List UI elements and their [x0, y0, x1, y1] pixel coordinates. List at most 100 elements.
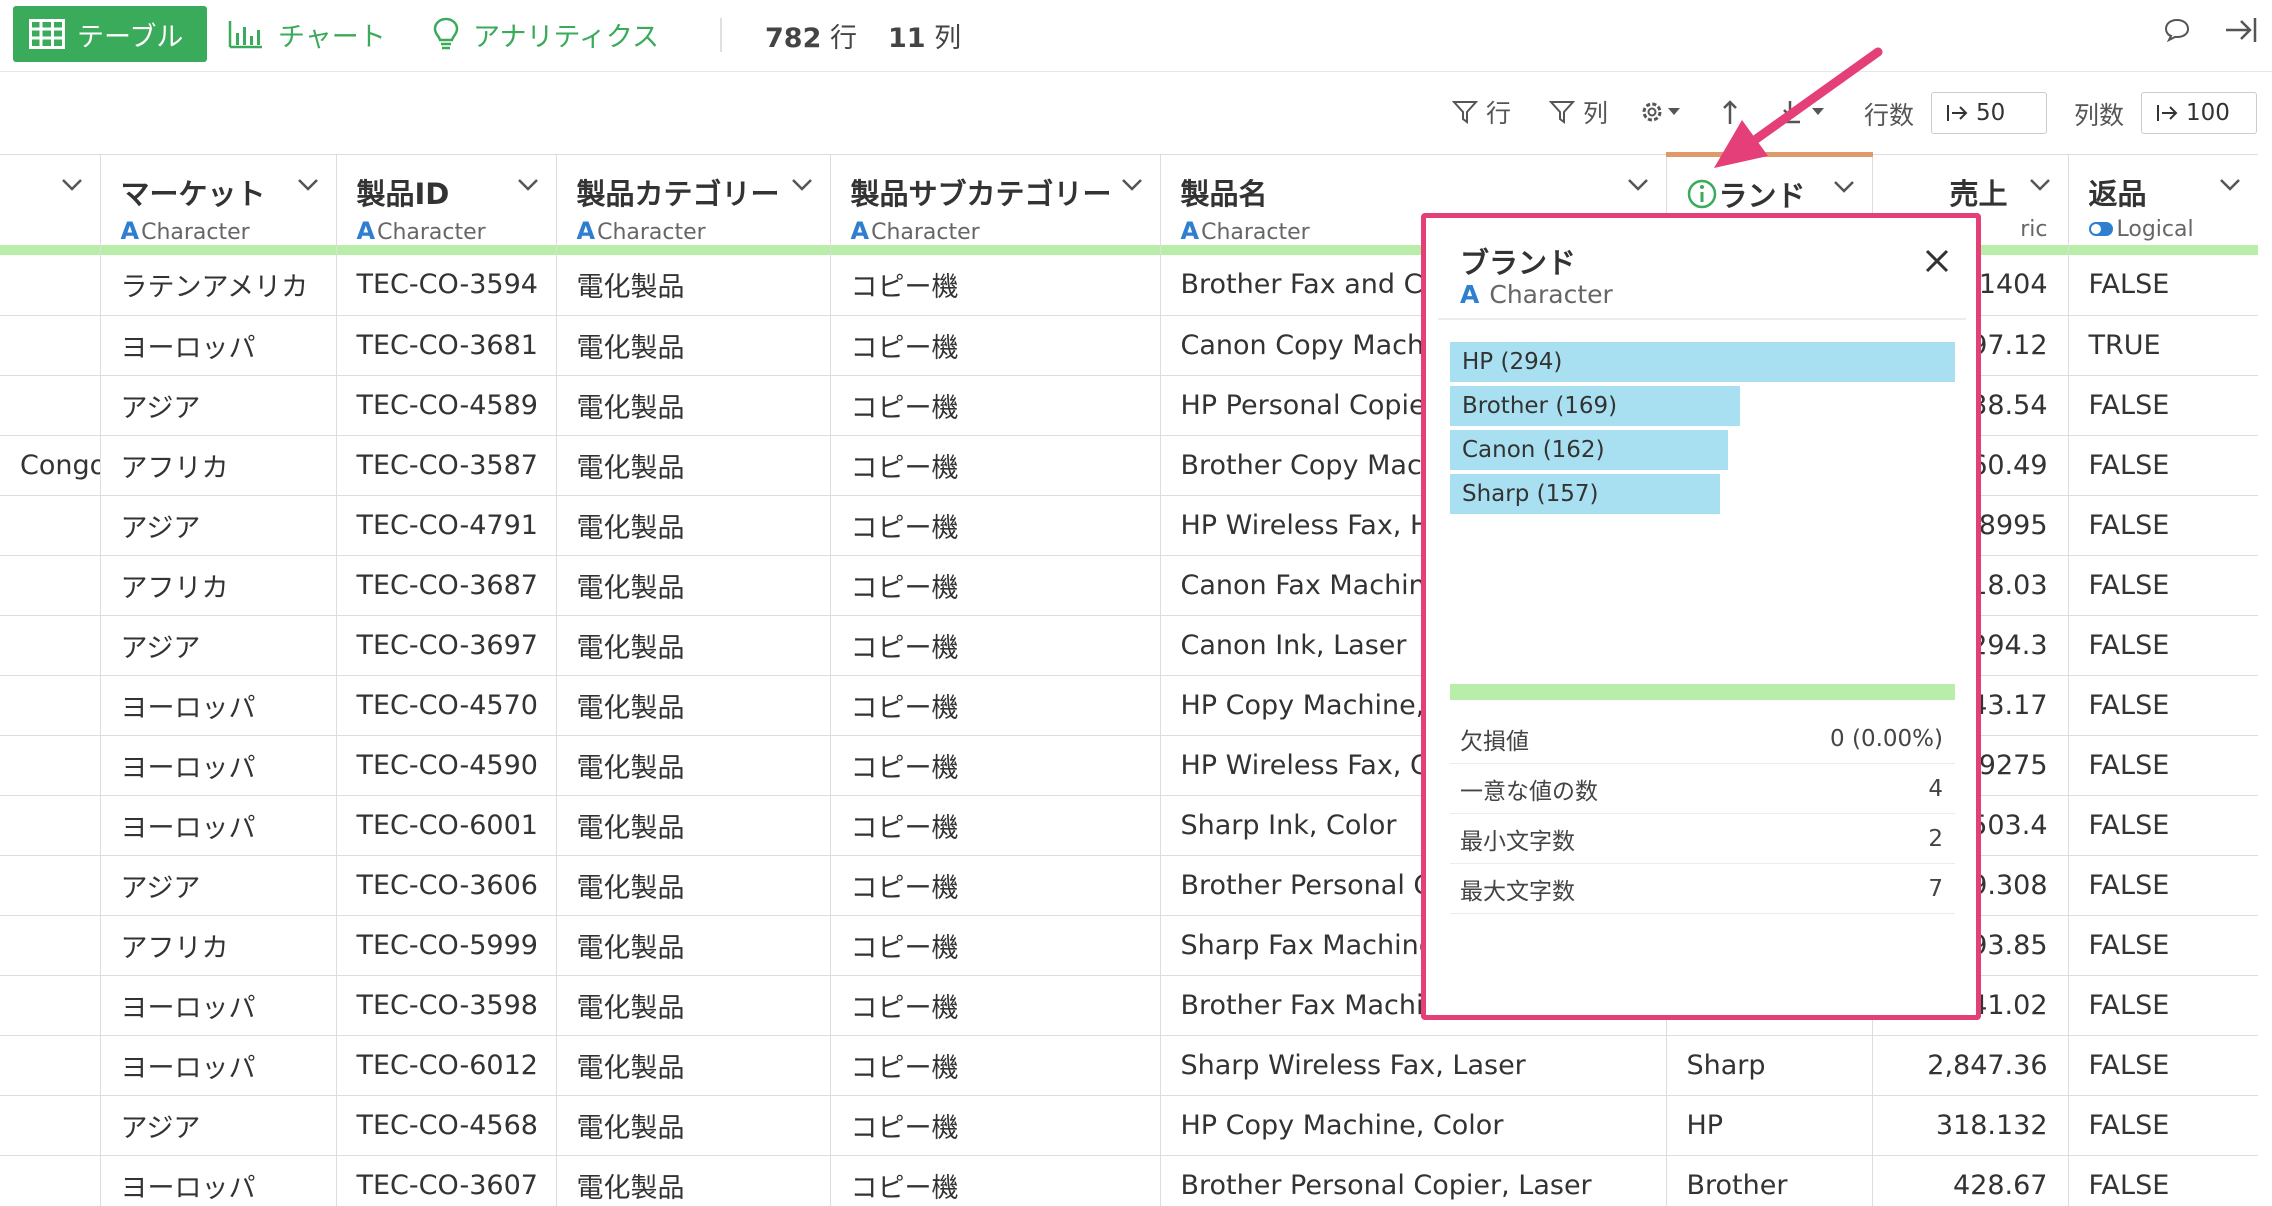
country-cell[interactable] [0, 735, 101, 796]
returned-cell[interactable]: FALSE [2068, 1155, 2258, 1206]
country-cell[interactable] [0, 1095, 101, 1156]
tab-analytics[interactable]: アナリティクス [433, 6, 659, 62]
country-cell[interactable]: Congo [0, 435, 101, 496]
product-id-cell[interactable]: TEC-CO-6012 [336, 1035, 557, 1096]
product-name-cell[interactable]: Brother Personal Copier, Laser [1160, 1155, 1667, 1206]
product-id-cell[interactable]: TEC-CO-3607 [336, 1155, 557, 1206]
subcategory-cell[interactable]: コピー機 [830, 975, 1161, 1036]
market-cell[interactable]: ラテンアメリカ [100, 255, 337, 316]
product-id-cell[interactable]: TEC-CO-5999 [336, 915, 557, 976]
returned-cell[interactable]: FALSE [2068, 735, 2258, 796]
category-cell[interactable]: 電化製品 [556, 315, 831, 376]
product-id-cell[interactable]: TEC-CO-4570 [336, 675, 557, 736]
chevron-down-icon[interactable] [296, 177, 320, 193]
sales-cell[interactable]: 318.132 [1872, 1095, 2069, 1156]
product-id-cell[interactable]: TEC-CO-3687 [336, 555, 557, 616]
returned-cell[interactable]: FALSE [2068, 795, 2258, 856]
market-cell[interactable]: ヨーロッパ [100, 795, 337, 856]
rows-per-page-input[interactable]: 50 [1931, 92, 2047, 134]
country-cell[interactable] [0, 255, 101, 316]
subcategory-cell[interactable]: コピー機 [830, 1035, 1161, 1096]
subcategory-cell[interactable]: コピー機 [830, 615, 1161, 676]
market-cell[interactable]: アジア [100, 375, 337, 436]
category-cell[interactable]: 電化製品 [556, 555, 831, 616]
category-cell[interactable]: 電化製品 [556, 975, 831, 1036]
column-header-returned[interactable]: 返品 Logical [2068, 154, 2258, 245]
subcategory-cell[interactable]: コピー機 [830, 1095, 1161, 1156]
chevron-down-icon[interactable] [1120, 177, 1144, 193]
frequency-bar[interactable]: Sharp (157) [1450, 474, 1720, 514]
product-id-cell[interactable]: TEC-CO-3587 [336, 435, 557, 496]
country-cell[interactable] [0, 555, 101, 616]
category-cell[interactable]: 電化製品 [556, 1095, 831, 1156]
collapse-panel-icon[interactable] [2224, 16, 2258, 44]
product-id-cell[interactable]: TEC-CO-3598 [336, 975, 557, 1036]
sales-cell[interactable]: 2,847.36 [1872, 1035, 2069, 1096]
returned-cell[interactable]: FALSE [2068, 255, 2258, 316]
product-id-cell[interactable]: TEC-CO-4568 [336, 1095, 557, 1156]
returned-cell[interactable]: FALSE [2068, 495, 2258, 556]
category-cell[interactable]: 電化製品 [556, 1155, 831, 1206]
category-cell[interactable]: 電化製品 [556, 855, 831, 916]
market-cell[interactable]: ヨーロッパ [100, 315, 337, 376]
table-row[interactable]: アジア TEC-CO-4568 電化製品 コピー機 HP Copy Machine, C… [0, 1095, 2258, 1156]
frequency-bar[interactable]: Canon (162) [1450, 430, 1729, 470]
category-cell[interactable]: 電化製品 [556, 495, 831, 556]
sales-cell[interactable]: 428.67 [1872, 1155, 2069, 1206]
returned-cell[interactable]: FALSE [2068, 555, 2258, 616]
product-id-cell[interactable]: TEC-CO-4590 [336, 735, 557, 796]
returned-cell[interactable]: FALSE [2068, 915, 2258, 976]
returned-cell[interactable]: TRUE [2068, 315, 2258, 376]
country-cell[interactable] [0, 615, 101, 676]
close-icon[interactable] [1924, 248, 1950, 274]
column-header-category[interactable]: 製品カテゴリー ACharacter [556, 154, 831, 245]
subcategory-cell[interactable]: コピー機 [830, 1155, 1161, 1206]
country-cell[interactable] [0, 1155, 101, 1206]
frequency-bar[interactable]: HP (294) [1450, 342, 1955, 382]
country-cell[interactable] [0, 495, 101, 556]
brand-cell[interactable]: Brother [1666, 1155, 1873, 1206]
country-cell[interactable] [0, 975, 101, 1036]
subcategory-cell[interactable]: コピー機 [830, 255, 1161, 316]
settings-button[interactable] [1640, 94, 1692, 130]
table-row[interactable]: ヨーロッパ TEC-CO-6012 電化製品 コピー機 Sharp Wireless F… [0, 1035, 2258, 1096]
market-cell[interactable]: ヨーロッパ [100, 735, 337, 796]
brand-cell[interactable]: HP [1666, 1095, 1873, 1156]
market-cell[interactable]: アフリカ [100, 915, 337, 976]
column-header-market[interactable]: マーケット ACharacter [100, 154, 337, 245]
subcategory-cell[interactable]: コピー機 [830, 435, 1161, 496]
chevron-down-icon[interactable] [516, 177, 540, 193]
country-cell[interactable] [0, 675, 101, 736]
market-cell[interactable]: アジア [100, 615, 337, 676]
market-cell[interactable]: アフリカ [100, 555, 337, 616]
product-id-cell[interactable]: TEC-CO-4791 [336, 495, 557, 556]
country-cell[interactable] [0, 795, 101, 856]
comment-icon[interactable] [2164, 18, 2190, 42]
returned-cell[interactable]: FALSE [2068, 1035, 2258, 1096]
chevron-down-icon[interactable] [2218, 177, 2242, 193]
category-cell[interactable]: 電化製品 [556, 435, 831, 496]
product-id-cell[interactable]: TEC-CO-4589 [336, 375, 557, 436]
country-cell[interactable] [0, 915, 101, 976]
product-id-cell[interactable]: TEC-CO-3606 [336, 855, 557, 916]
frequency-bar[interactable]: Brother (169) [1450, 386, 1741, 426]
market-cell[interactable]: アフリカ [100, 435, 337, 496]
category-cell[interactable]: 電化製品 [556, 255, 831, 316]
product-id-cell[interactable]: TEC-CO-6001 [336, 795, 557, 856]
category-cell[interactable]: 電化製品 [556, 735, 831, 796]
country-cell[interactable] [0, 375, 101, 436]
market-cell[interactable]: アジア [100, 1095, 337, 1156]
market-cell[interactable]: ヨーロッパ [100, 975, 337, 1036]
country-cell[interactable] [0, 855, 101, 916]
category-cell[interactable]: 電化製品 [556, 1035, 831, 1096]
returned-cell[interactable]: FALSE [2068, 615, 2258, 676]
market-cell[interactable]: アジア [100, 855, 337, 916]
country-cell[interactable] [0, 1035, 101, 1096]
subcategory-cell[interactable]: コピー機 [830, 375, 1161, 436]
market-cell[interactable]: ヨーロッパ [100, 675, 337, 736]
category-cell[interactable]: 電化製品 [556, 675, 831, 736]
subcategory-cell[interactable]: コピー機 [830, 735, 1161, 796]
chevron-down-icon[interactable] [790, 177, 814, 193]
subcategory-cell[interactable]: コピー機 [830, 495, 1161, 556]
product-name-cell[interactable]: HP Copy Machine, Color [1160, 1095, 1667, 1156]
